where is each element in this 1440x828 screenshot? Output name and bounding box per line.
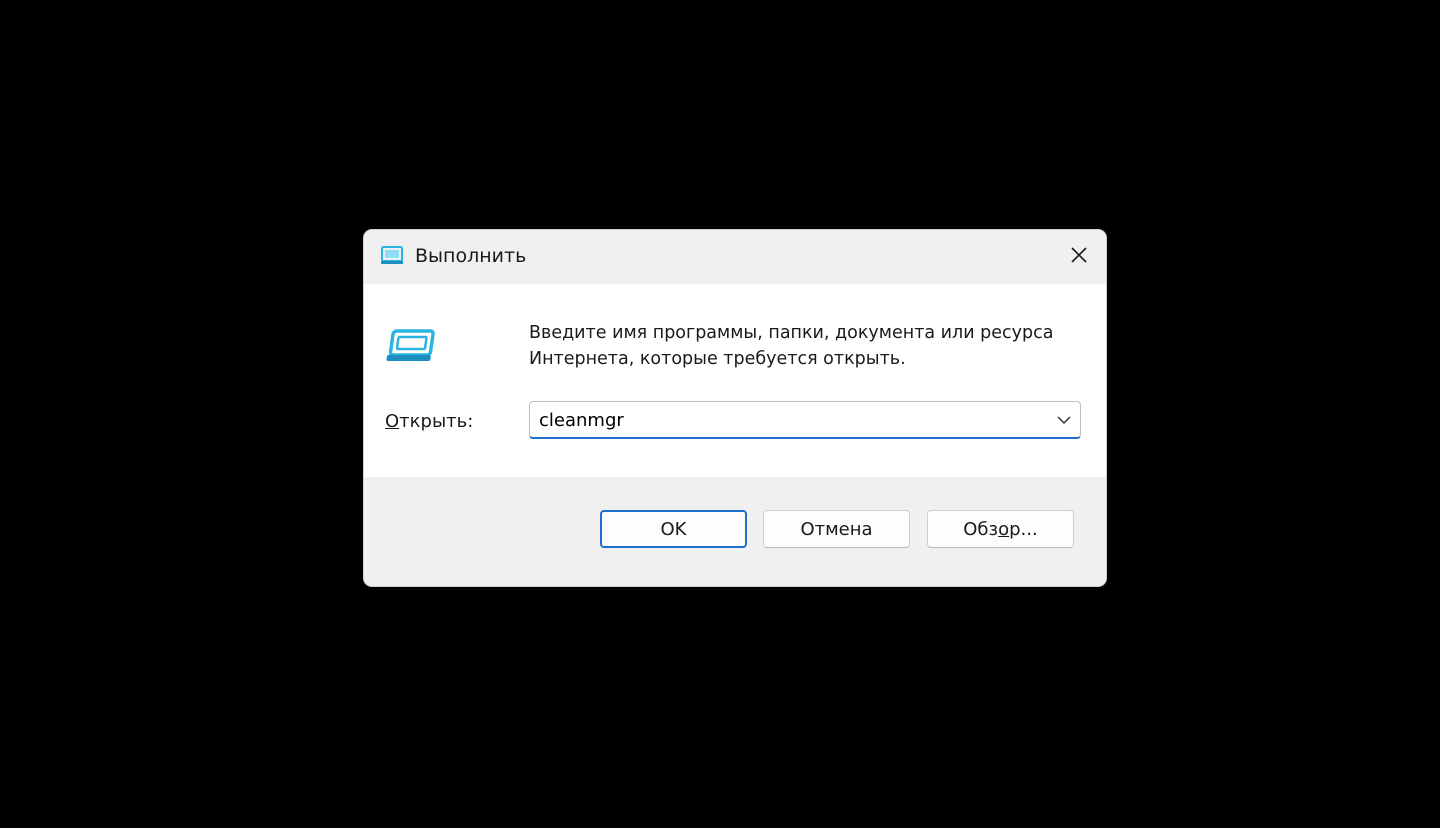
browse-label-accelerator: о: [998, 518, 1010, 540]
open-label-accelerator: О: [385, 411, 400, 432]
desktop-background: Выполнить Введите имя программы, папки, …: [0, 0, 1440, 828]
ok-button[interactable]: OK: [600, 510, 747, 548]
open-input[interactable]: [539, 407, 1039, 433]
browse-label-pre: Обз: [963, 518, 999, 540]
cancel-button-label: Отмена: [800, 518, 873, 540]
close-icon: [1071, 247, 1087, 263]
open-label: Открыть:: [385, 409, 473, 435]
chevron-down-icon[interactable]: [1056, 413, 1072, 427]
run-icon: [381, 246, 403, 264]
run-icon: [386, 329, 435, 361]
button-bar: OK Отмена Обз о р...: [364, 477, 1106, 586]
browse-label-post: р...: [1009, 518, 1038, 540]
run-dialog: Выполнить Введите имя программы, папки, …: [364, 230, 1106, 586]
open-combobox[interactable]: [529, 401, 1081, 439]
description-text: Введите имя программы, папки, документа …: [529, 323, 1054, 369]
browse-button[interactable]: Обз о р...: [927, 510, 1074, 548]
ok-button-label: OK: [660, 518, 687, 540]
close-button[interactable]: [1052, 230, 1106, 280]
title-bar[interactable]: Выполнить: [364, 230, 1106, 284]
cancel-button[interactable]: Отмена: [763, 510, 910, 548]
dialog-content: Введите имя программы, папки, документа …: [364, 284, 1106, 477]
open-label-text: ткрыть:: [399, 411, 474, 432]
window-title: Выполнить: [415, 245, 527, 267]
